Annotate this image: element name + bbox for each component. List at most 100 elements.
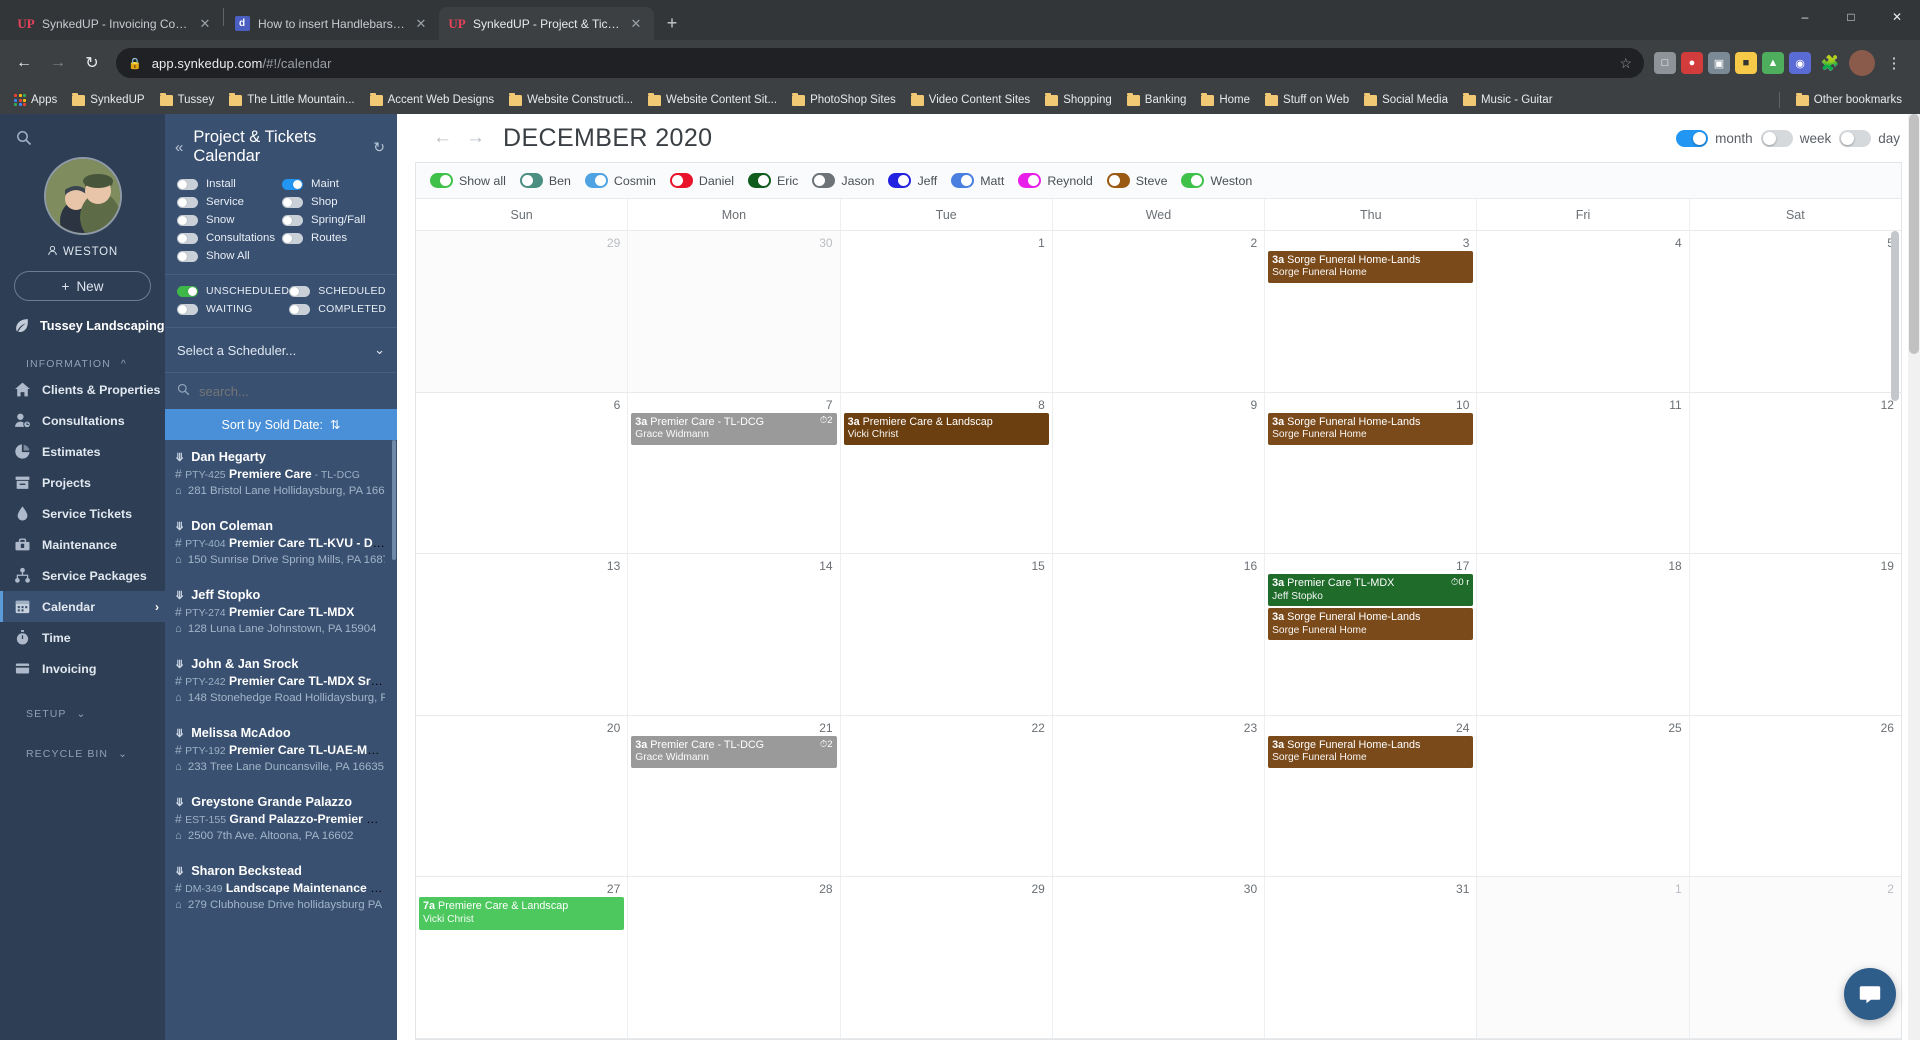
sidebar-search-icon[interactable] [0,126,165,149]
calendar-day-cell[interactable]: 18 [1477,554,1690,715]
toggle[interactable] [1106,173,1130,188]
staff-filter-eric[interactable]: Eric [748,173,798,188]
filter-routes[interactable]: Routes [282,232,387,244]
toggle[interactable] [1760,129,1793,147]
extension-icon-2[interactable]: ● [1681,52,1703,74]
calendar-day-cell[interactable]: 14 [628,554,841,715]
calendar-day-cell[interactable]: 4 [1477,231,1690,392]
list-item[interactable]: ⤋ Greystone Grande Palazzo # EST-155 Gran… [165,785,397,854]
chevron-double-down-icon[interactable]: ⤋ [175,520,184,533]
reload-icon[interactable]: ↻ [76,47,108,79]
calendar-day-cell[interactable]: 13 [416,554,629,715]
list-item[interactable]: ⤋ Dan Hegarty # PTY-425 Premiere Care - T… [165,440,397,509]
browser-tab-1[interactable]: UP SynkedUP - Invoicing Console ✕ [8,7,223,40]
staff-filter-cosmin[interactable]: Cosmin [584,173,656,188]
sidebar-item-estimates[interactable]: Estimates [0,436,165,467]
minimize-button[interactable]: – [1782,0,1828,33]
close-icon[interactable]: ✕ [628,16,644,32]
calendar-event[interactable]: 7a Premiere Care & Landscap Vicki Christ [419,897,625,930]
intercom-chat-icon[interactable] [1844,968,1896,1020]
sidebar-item-invoicing[interactable]: Invoicing [0,653,165,684]
calendar-event[interactable]: 3a Sorge Funeral Home-Lands Sorge Funeral … [1268,251,1474,284]
sidebar-item-calendar[interactable]: Calendar › [0,591,165,622]
toggle[interactable] [430,173,453,188]
calendar-day-cell[interactable]: 15 [841,554,1053,715]
calendar-day-cell[interactable]: 26 [1690,716,1901,877]
extensions-puzzle-icon[interactable]: 🧩 [1816,54,1844,72]
close-window-button[interactable]: ✕ [1874,0,1920,33]
staff-filter-reynold[interactable]: Reynold [1018,173,1093,188]
prev-month-button[interactable]: ← [433,127,452,149]
toggle[interactable] [177,232,198,244]
profile-avatar[interactable] [1849,50,1875,76]
toggle[interactable] [282,232,303,244]
calendar-day-cell[interactable]: 29 [841,877,1053,1038]
calendar-day-cell[interactable]: 7 3a Premier Care - TL-DCG ⏱2 Grace Widmann [628,392,841,554]
sidebar-username[interactable]: WESTON [0,245,165,259]
chevron-double-down-icon[interactable]: ⤋ [175,589,184,602]
page-scrollbar[interactable] [1908,114,1920,1040]
calendar-day-cell[interactable]: 8 3a Premiere Care & Landscap Vicki Christ [841,392,1053,554]
filter-service[interactable]: Service [177,196,282,208]
toggle[interactable] [888,173,912,188]
filter-snow[interactable]: Snow [177,214,282,226]
calendar-day-cell[interactable]: 22 [841,715,1053,877]
staff-filter-jeff[interactable]: Jeff [888,173,937,188]
toggle[interactable] [177,214,198,226]
calendar-day-cell[interactable]: 27 7a Premiere Care & Landscap Vicki Christ [416,877,629,1038]
calendar-day-cell[interactable]: 20 [416,715,629,877]
toggle[interactable] [669,173,693,188]
calendar-day-cell[interactable]: 21 3a Premier Care - TL-DCG ⏱2 Grace Widmann [628,715,841,877]
extension-icon-5[interactable]: ▲ [1762,52,1784,74]
project-search[interactable] [165,373,397,409]
close-icon[interactable]: ✕ [413,16,429,32]
toggle[interactable] [748,173,772,188]
bookmark-item[interactable]: Music - Guitar [1457,91,1559,109]
calendar-scrollbar[interactable] [1891,231,1899,401]
calendar-event[interactable]: 3a Premier Care - TL-DCG ⏱2 Grace Widmann [631,735,837,768]
view-toggle-week[interactable]: week [1760,129,1831,147]
refresh-icon[interactable]: ↻ [373,139,385,156]
extension-icon-4[interactable]: ■ [1735,52,1757,74]
project-list-scrollbar[interactable] [392,440,396,560]
sidebar-item-service-packages[interactable]: Service Packages [0,560,165,591]
calendar-day-cell[interactable]: 5 [1690,231,1901,392]
scheduler-select[interactable]: Select a Scheduler... ⌄ [165,328,397,373]
toggle[interactable] [177,285,198,297]
sidebar-item-consultations[interactable]: Consultations [0,405,165,436]
filter-waiting[interactable]: WAITING [177,303,289,315]
bookmark-item[interactable]: Tussey [154,91,221,109]
bookmark-star-icon[interactable]: ☆ [1619,55,1632,72]
staff-filter-jason[interactable]: Jason [812,173,874,188]
chevron-double-down-icon[interactable]: ⤋ [175,796,184,809]
bookmark-item[interactable]: Accent Web Designs [364,91,501,109]
project-list[interactable]: ⤋ Dan Hegarty # PTY-425 Premiere Care - T… [165,440,397,1040]
bookmark-item[interactable]: Social Media [1358,91,1454,109]
calendar-event[interactable]: 3a Sorge Funeral Home-Lands Sorge Funeral … [1268,412,1474,445]
sidebar-item-service-tickets[interactable]: Service Tickets [0,498,165,529]
calendar-day-cell[interactable]: 30 [628,231,841,392]
bookmark-item[interactable]: Website Content Sit... [642,91,783,109]
chrome-menu-icon[interactable]: ⋮ [1880,54,1908,72]
filter-scheduled[interactable]: SCHEDULED [289,285,387,297]
filter-maint[interactable]: Maint [282,178,387,190]
calendar-day-cell[interactable]: 3 3a Sorge Funeral Home-Lands Sorge Funeral… [1265,231,1478,392]
collapse-left-icon[interactable]: « [175,139,183,156]
calendar-day-cell[interactable]: 2 [1053,231,1266,392]
list-item[interactable]: ⤋ John & Jan Srock # PTY-242 Premier Care… [165,647,397,716]
list-item[interactable]: ⤋ Don Coleman # PTY-404 Premier Care TL-K… [165,509,397,578]
browser-tab-3[interactable]: UP SynkedUP - Project & Ticket Cale ✕ [439,7,654,40]
avatar[interactable] [43,157,122,235]
toggle[interactable] [282,214,303,226]
browser-tab-2[interactable]: d How to insert Handlebars for ((c ✕ [224,7,439,40]
toggle[interactable] [282,178,303,190]
bookmark-item[interactable]: The Little Mountain... [223,91,360,109]
staff-filter-show-all[interactable]: Show all [430,173,506,188]
calendar-day-cell[interactable]: 23 [1053,715,1266,877]
calendar-day-cell[interactable]: 11 [1477,392,1690,554]
calendar-day-cell[interactable]: 30 [1053,877,1266,1038]
filter-consultations[interactable]: Consultations [177,232,282,244]
extension-icon-3[interactable]: ▣ [1708,52,1730,74]
extension-icon-1[interactable]: □ [1654,52,1676,74]
calendar-day-cell[interactable]: 29 [416,231,629,392]
